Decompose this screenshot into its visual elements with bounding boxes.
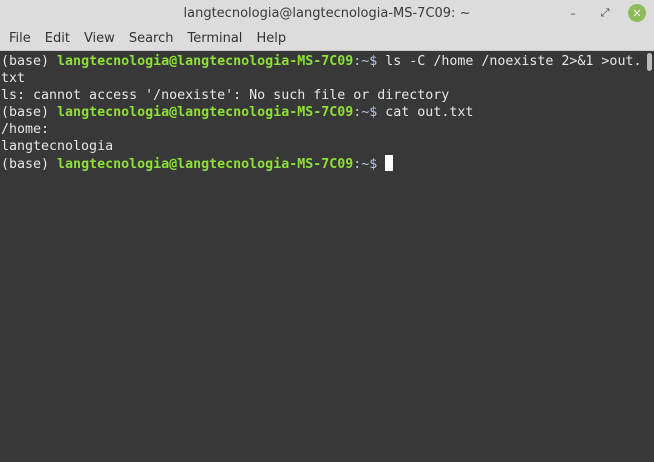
window-title: langtecnologia@langtecnologia-MS-7C09: ~: [183, 6, 471, 21]
terminal-line: txt: [1, 71, 26, 86]
menu-help[interactable]: Help: [250, 31, 292, 46]
terminal-line: ls: cannot access '/noexiste': No such f…: [1, 88, 450, 103]
menu-edit[interactable]: Edit: [39, 31, 76, 46]
title-bar: langtecnologia@langtecnologia-MS-7C09: ~…: [0, 0, 654, 27]
cursor: [385, 155, 394, 171]
terminal-line: (base) langtecnologia@langtecnologia-MS-…: [1, 53, 654, 70]
close-button[interactable]: ✕: [628, 4, 646, 22]
env-label: (base): [1, 54, 58, 69]
prompt-user: langtecnologia@langtecnologia-MS-7C09: [57, 54, 354, 69]
env-label: (base): [1, 157, 58, 172]
terminal-line: (base) langtecnologia@langtecnologia-MS-…: [1, 104, 654, 121]
prompt-path: :~$: [353, 54, 386, 69]
scrollbar[interactable]: [647, 53, 652, 71]
terminal-line: (base) langtecnologia@langtecnologia-MS-…: [1, 155, 654, 173]
command: cat out.txt: [385, 105, 474, 120]
prompt-user: langtecnologia@langtecnologia-MS-7C09: [57, 157, 354, 172]
prompt-path: :~$: [353, 157, 386, 172]
command: ls -C /home /noexiste 2>&1 >out.: [385, 54, 642, 69]
menu-search[interactable]: Search: [123, 31, 180, 46]
terminal-line: langtecnologia: [1, 139, 114, 154]
prompt-user: langtecnologia@langtecnologia-MS-7C09: [57, 105, 354, 120]
menu-view[interactable]: View: [78, 31, 121, 46]
maximize-button[interactable]: ⤢: [596, 4, 614, 22]
menu-bar: File Edit View Search Terminal Help: [0, 27, 654, 51]
minimize-button[interactable]: –: [564, 4, 582, 22]
menu-file[interactable]: File: [3, 31, 37, 46]
env-label: (base): [1, 105, 58, 120]
terminal-line: /home:: [1, 122, 50, 137]
terminal-output[interactable]: (base) langtecnologia@langtecnologia-MS-…: [0, 51, 654, 462]
menu-terminal[interactable]: Terminal: [181, 31, 248, 46]
prompt-path: :~$: [353, 105, 386, 120]
